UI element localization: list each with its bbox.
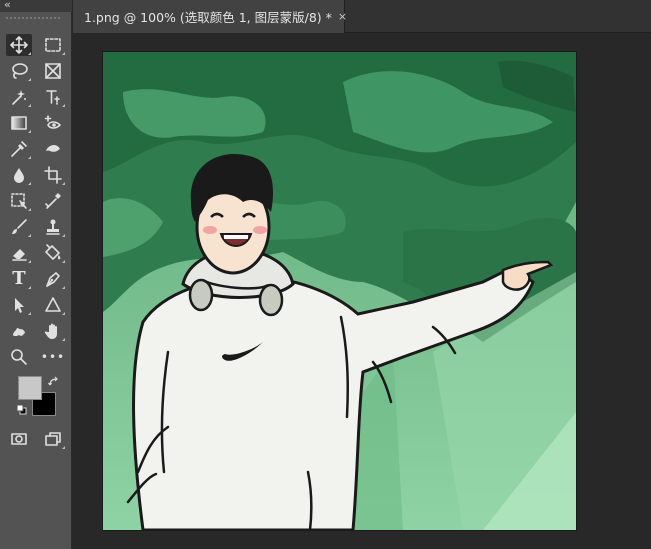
hand-tool[interactable] [40,320,66,342]
default-colors-icon[interactable] [16,404,28,416]
color-swatches [16,376,62,420]
document-canvas[interactable] [103,52,576,530]
move-icon [10,36,28,54]
lasso-icon [12,63,28,79]
quick-mask-icon [11,433,27,445]
zoom-icon [11,349,27,365]
puppet-tool[interactable] [6,320,32,342]
gradient-tool[interactable] [6,112,32,134]
close-icon[interactable]: × [338,10,347,23]
more-icon: ••• [40,350,66,364]
stamp-tool[interactable] [40,216,66,238]
swap-colors-icon[interactable] [48,376,60,388]
zoom-tool[interactable] [6,346,32,368]
quick-mask-button[interactable] [6,428,32,450]
quick-selection-tool[interactable] [6,86,32,108]
tools-panel: ‹‹ T ••• [0,0,72,549]
paint-bucket-icon [45,244,61,260]
canvas-illustration [103,52,576,530]
arrow-icon [15,298,24,313]
lasso-tool[interactable] [6,60,32,82]
gradient-icon [11,116,27,130]
marquee-tool[interactable] [40,34,66,56]
drop-icon [14,168,24,183]
eyedropper-icon [11,141,27,157]
rect-marquee-icon [45,38,61,52]
text-type-icon [46,90,60,105]
document-tab-title: 1.png @ 100% (选取颜色 1, 图层蒙版/8) * [84,10,332,25]
triangle-icon [45,297,61,312]
foreground-color-swatch[interactable] [18,376,42,400]
eye-tool[interactable] [40,112,66,134]
screen-mode-icon [45,432,61,446]
pen-tool[interactable] [40,268,66,290]
more-tools[interactable]: ••• [40,346,66,368]
eraser-icon [12,249,27,261]
eyedropper-tool[interactable] [6,138,32,160]
brush-pen-tool[interactable] [40,190,66,212]
document-tab-bar: 1.png @ 100% (选取颜色 1, 图层蒙版/8) * × [73,0,651,33]
frame-tool[interactable] [40,60,66,82]
hand-icon [44,323,57,339]
paint-bucket-tool[interactable] [40,242,66,264]
path-selection-tool[interactable] [6,294,32,316]
perspective-icon [11,193,27,209]
pen-icon [46,272,60,287]
eye-add-icon [44,115,61,129]
canvas-workspace[interactable] [73,33,651,549]
brush-tool[interactable] [6,216,32,238]
document-tab[interactable]: 1.png @ 100% (选取颜色 1, 图层蒙版/8) * × [73,0,347,33]
move-tool[interactable] [6,34,32,56]
chevron-double-left-icon[interactable]: ‹‹ [4,0,11,11]
perspective-tool[interactable] [6,190,32,212]
type-tool[interactable]: T [6,268,32,290]
screen-mode-button[interactable] [40,428,66,450]
brush-pen-icon [45,193,61,209]
stamp-icon [46,219,60,235]
crop-tool[interactable] [40,164,66,186]
smudge-tool[interactable] [40,138,66,160]
puppet-icon [13,328,25,336]
type-icon: T [12,268,26,289]
brush-icon [12,219,27,234]
toolbar-grip[interactable] [6,16,64,22]
eraser-tool[interactable] [6,242,32,264]
quick-select-icon [12,90,26,105]
toolbar-header: ‹‹ [0,0,72,12]
smudge-icon [46,145,60,152]
blur-tool[interactable] [6,164,32,186]
crop-icon [44,166,62,184]
text-type-tool[interactable] [40,86,66,108]
frame-icon [45,63,61,79]
shape-tool[interactable] [40,294,66,316]
